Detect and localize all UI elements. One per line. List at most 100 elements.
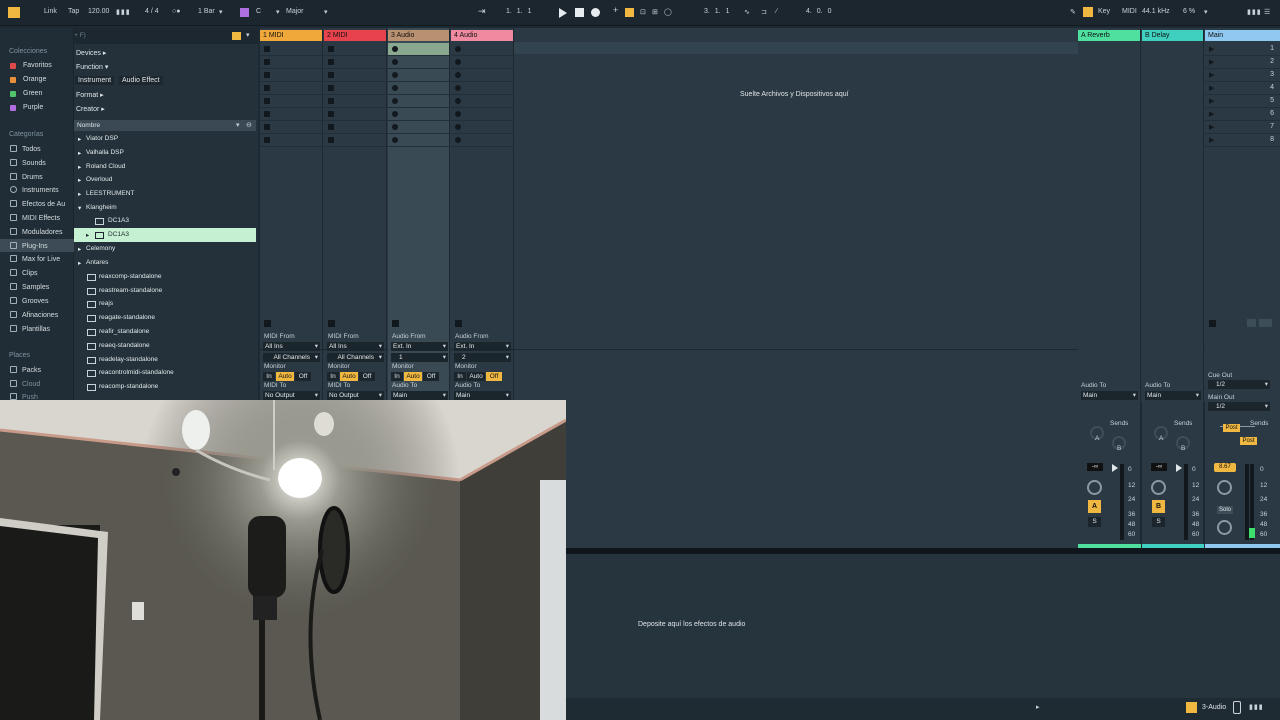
scene-launch[interactable]: ▶ 1 xyxy=(1205,43,1280,56)
record-arm-icon[interactable] xyxy=(392,137,398,143)
monitor-auto-button[interactable]: Auto xyxy=(467,372,485,381)
capture-icon[interactable]: ⊞ xyxy=(652,8,658,16)
category-plug-ins[interactable]: Plug-Ins xyxy=(10,242,48,250)
fader-thumb-icon[interactable] xyxy=(1176,464,1182,472)
loop-start-field[interactable]: 3. 1. 1 xyxy=(704,8,729,15)
quantize-select[interactable]: 1 Bar xyxy=(198,8,215,15)
list-item[interactable]: ▸ Celemony xyxy=(74,242,256,256)
stop-button-icon[interactable] xyxy=(328,98,334,104)
scene-launch[interactable]: ▶ 5 xyxy=(1205,95,1280,108)
list-item[interactable]: reagate-standalone xyxy=(74,311,256,325)
stop-button-icon[interactable] xyxy=(328,85,334,91)
monitor-in-button[interactable]: In xyxy=(454,372,466,381)
scene-play-icon[interactable]: ▶ xyxy=(1209,71,1214,79)
track-title[interactable]: 3 Audio xyxy=(388,30,449,41)
record-arm-icon[interactable] xyxy=(392,59,398,65)
cue-out-select[interactable]: 1/2 xyxy=(1208,380,1270,389)
stop-all-icon[interactable] xyxy=(264,320,271,327)
collection-green[interactable]: Green xyxy=(10,90,42,97)
clip-slot[interactable] xyxy=(324,43,386,56)
output-type-select[interactable]: Main xyxy=(1081,391,1138,400)
stop-button-icon[interactable] xyxy=(328,72,334,78)
record-arm-icon[interactable] xyxy=(455,72,461,78)
scene-play-icon[interactable]: ▶ xyxy=(1209,97,1214,105)
category-samples[interactable]: Samples xyxy=(10,283,49,291)
clip-slot[interactable] xyxy=(260,82,322,95)
list-item[interactable]: ▸ Antares xyxy=(74,256,256,270)
clip-slot[interactable] xyxy=(324,108,386,121)
session-view-icon[interactable]: ▮▮▮ xyxy=(1247,8,1262,16)
category-midi-effects[interactable]: MIDI Effects xyxy=(10,214,60,222)
input-type-select[interactable]: All Ins xyxy=(263,342,320,351)
list-item[interactable]: ▸ LEESTRUMENT xyxy=(74,187,256,201)
record-arm-icon[interactable] xyxy=(455,46,461,52)
clip-slot[interactable] xyxy=(260,134,322,147)
stop-button-icon[interactable] xyxy=(328,111,334,117)
track-activator-button[interactable]: B xyxy=(1152,500,1165,513)
stop-button-icon[interactable] xyxy=(264,59,270,65)
scroll-right-icon[interactable]: ▸ xyxy=(1036,703,1040,711)
stop-button-icon[interactable] xyxy=(264,111,270,117)
category-clips[interactable]: Clips xyxy=(10,269,38,277)
midi-map-label[interactable]: MIDI xyxy=(1122,8,1137,15)
monitor-in-button[interactable]: In xyxy=(327,372,339,381)
punch-in-icon[interactable]: ⊡ xyxy=(640,8,646,16)
list-item-selected[interactable]: ▸ DC1A3 xyxy=(74,228,256,242)
track-title[interactable]: 2 MIDI xyxy=(324,30,386,41)
link-button[interactable]: Link xyxy=(44,8,57,15)
stop-button-icon[interactable] xyxy=(264,85,270,91)
post-button[interactable]: Post xyxy=(1223,424,1240,432)
output-type-select[interactable]: Main xyxy=(454,391,511,400)
time-signature-field[interactable]: 4 / 4 xyxy=(145,8,159,15)
clip-slot[interactable] xyxy=(388,69,449,82)
stop-all-clips-icon[interactable] xyxy=(1209,320,1216,327)
record-arm-icon[interactable] xyxy=(392,98,398,104)
stop-button-icon[interactable] xyxy=(264,137,270,143)
input-type-select[interactable]: Ext. In xyxy=(454,342,511,351)
loop-icon[interactable]: ⊐ xyxy=(761,8,767,16)
input-channel-select[interactable]: 1 xyxy=(391,353,448,362)
clip-slot[interactable] xyxy=(451,69,513,82)
category-audio-effects[interactable]: Efectos de Au xyxy=(10,200,65,208)
record-icon[interactable] xyxy=(591,8,600,17)
volume-display[interactable]: -∞ xyxy=(1087,463,1103,471)
clip-slot[interactable] xyxy=(324,82,386,95)
collection-favoritos[interactable]: Favoritos xyxy=(10,62,52,69)
pan-knob[interactable] xyxy=(1087,480,1102,495)
clip-slot[interactable] xyxy=(388,108,449,121)
sort-icon[interactable]: ▾ xyxy=(236,121,240,129)
record-arm-icon[interactable] xyxy=(455,137,461,143)
input-type-select[interactable]: Ext. In xyxy=(391,342,448,351)
record-arm-icon[interactable] xyxy=(392,124,398,130)
clip-slot[interactable] xyxy=(388,82,449,95)
record-arm-icon[interactable] xyxy=(455,124,461,130)
monitor-auto-button[interactable]: Auto xyxy=(276,372,294,381)
stop-all-icon[interactable] xyxy=(392,320,399,327)
track-title[interactable]: B Delay xyxy=(1142,30,1203,41)
fader-thumb-icon[interactable] xyxy=(1112,464,1118,472)
scene-play-icon[interactable]: ▶ xyxy=(1209,123,1214,131)
stop-all-icon[interactable] xyxy=(455,320,462,327)
creator-filter[interactable]: Creator ▸ xyxy=(76,105,105,113)
list-item[interactable]: ▸ Roland Cloud xyxy=(74,160,256,174)
clip-slot[interactable] xyxy=(451,108,513,121)
clip-slot[interactable] xyxy=(260,121,322,134)
stop-button-icon[interactable] xyxy=(264,72,270,78)
list-item[interactable]: reacomp-standalone xyxy=(74,380,256,394)
folder-icon[interactable] xyxy=(232,32,241,40)
collection-orange[interactable]: Orange xyxy=(10,76,46,83)
input-type-select[interactable]: All Ins xyxy=(327,342,384,351)
monitor-off-button[interactable]: Off xyxy=(359,372,375,381)
monitor-auto-button[interactable]: Auto xyxy=(404,372,422,381)
category-modulators[interactable]: Moduladores xyxy=(10,228,62,236)
track-activator-button[interactable]: A xyxy=(1088,500,1101,513)
song-position-field[interactable]: 1. 1. 1 xyxy=(506,8,531,15)
clip-slot[interactable] xyxy=(451,95,513,108)
stop-button-icon[interactable] xyxy=(264,98,270,104)
record-arm-icon[interactable] xyxy=(392,111,398,117)
overdub-icon[interactable]: + xyxy=(613,5,618,15)
clip-slot[interactable] xyxy=(324,69,386,82)
clip-slot[interactable] xyxy=(260,56,322,69)
follow-icon[interactable]: ⇥ xyxy=(478,6,486,17)
tag-audio-effect[interactable]: Audio Effect xyxy=(119,76,163,85)
